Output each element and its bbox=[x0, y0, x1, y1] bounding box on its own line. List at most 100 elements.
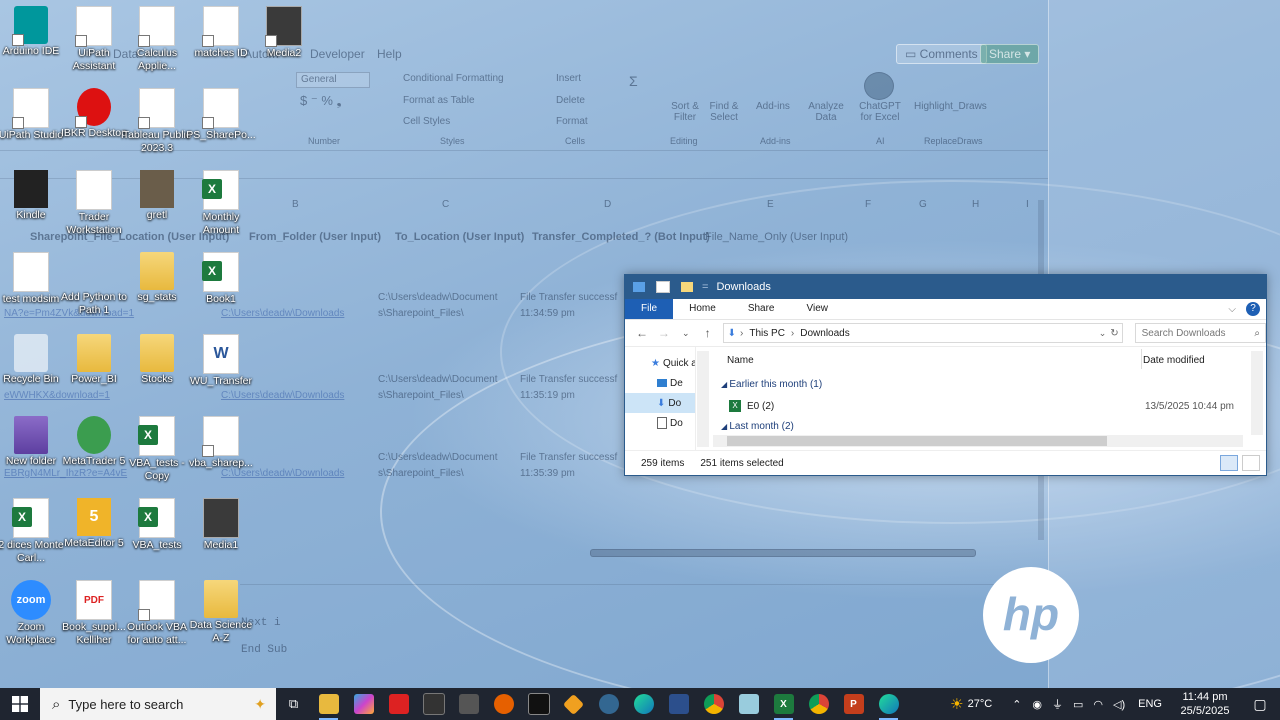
desktop-icon-item[interactable]: PDF Book_suppl... Kelliher bbox=[59, 580, 129, 647]
cell-styles-button[interactable]: Cell Styles bbox=[403, 116, 450, 127]
desktop-icon-item[interactable]: UiPath Assistant bbox=[59, 6, 129, 73]
network-icon[interactable]: ◠ bbox=[1093, 698, 1103, 711]
nav-item-quick-access[interactable]: ★ Quick a bbox=[625, 353, 695, 373]
desktop-icon-item[interactable]: vba_sharep... bbox=[186, 416, 256, 470]
desktop-icon-item[interactable]: Calculus Applie... bbox=[122, 6, 192, 73]
format-cells-button[interactable]: Format bbox=[556, 116, 588, 127]
desktop-icon-item[interactable]: Kindle bbox=[0, 170, 66, 222]
taskbar-edge[interactable] bbox=[626, 688, 661, 720]
address-dropdown-icon[interactable]: ⌄ bbox=[1099, 328, 1107, 339]
nav-item-downloads[interactable]: ⬇ Do bbox=[625, 393, 695, 413]
file-explorer-window[interactable]: = Downloads File Home Share View ⌵ ? ← →… bbox=[624, 274, 1267, 476]
desktop-icon-item[interactable]: Power_BI bbox=[59, 334, 129, 386]
desktop-icon-item[interactable]: Monthly Amount bbox=[186, 170, 256, 237]
comments-button[interactable]: ▭ Comments bbox=[896, 44, 987, 64]
search-downloads-input[interactable]: Search Downloads ⌕ bbox=[1134, 323, 1267, 343]
nav-pane-scrollbar[interactable] bbox=[697, 351, 709, 447]
taskbar-git[interactable] bbox=[556, 688, 591, 720]
desktop-icon-item[interactable]: Tableau Public 2023.3 bbox=[122, 88, 192, 155]
desktop-icon-item[interactable]: gretl bbox=[122, 170, 192, 222]
cell-sharepoint-link[interactable]: eWWHKX&download=1 bbox=[4, 390, 110, 401]
taskbar-firefox[interactable] bbox=[486, 688, 521, 720]
header-transfer-completed[interactable]: Transfer_Completed_? (Bot Input) bbox=[532, 231, 710, 243]
taskbar-clock[interactable]: 11:44 pm 25/5/2025 bbox=[1170, 690, 1240, 718]
taskbar-app-window[interactable] bbox=[521, 688, 556, 720]
number-format-icons[interactable]: $ ⁻ % ❟ bbox=[300, 93, 342, 109]
format-as-table-button[interactable]: Format as Table bbox=[403, 95, 475, 106]
ribbon-tab-file[interactable]: File bbox=[625, 299, 674, 319]
column-header-g[interactable]: G bbox=[919, 199, 927, 210]
desktop-icon-item[interactable]: New folder bbox=[0, 416, 66, 468]
nav-item-documents[interactable]: Do bbox=[625, 413, 695, 433]
cell-from-folder[interactable]: C:\Users\deadw\Downloads bbox=[221, 308, 344, 319]
desktop-icon-item[interactable]: UiPath Studio bbox=[0, 88, 66, 142]
desktop-icon-item[interactable]: Recycle Bin bbox=[0, 334, 66, 386]
horizontal-scrollbar[interactable] bbox=[590, 549, 976, 557]
taskbar-postgres[interactable] bbox=[591, 688, 626, 720]
breadcrumb-this-pc[interactable]: This PC bbox=[749, 328, 785, 339]
highlight-draws-button[interactable]: Highlight_Draws bbox=[914, 101, 987, 112]
taskbar-copilot[interactable] bbox=[346, 688, 381, 720]
taskbar-calculator[interactable] bbox=[451, 688, 486, 720]
column-header-e[interactable]: E bbox=[767, 199, 774, 210]
column-header-h[interactable]: H bbox=[972, 199, 979, 210]
cell-to-location[interactable]: C:\Users\deadw\Document bbox=[378, 292, 498, 303]
taskbar-search-box[interactable]: ⌕ Type here to search ✦ bbox=[40, 688, 276, 720]
group-header-earlier-this-month[interactable]: ◢ Earlier this month (1) bbox=[721, 379, 822, 390]
number-format-select[interactable]: General bbox=[296, 72, 370, 88]
header-file-name-only[interactable]: File_Name_Only (User Input) bbox=[705, 231, 848, 243]
desktop-icon-item[interactable]: Arduino IDE bbox=[0, 6, 66, 58]
scroll-thumb[interactable] bbox=[727, 436, 1107, 446]
taskbar-file-explorer[interactable] bbox=[311, 688, 346, 720]
properties-icon[interactable] bbox=[656, 281, 670, 293]
usb-icon[interactable]: ⏚ bbox=[1052, 696, 1063, 712]
notification-icon[interactable]: ▢ bbox=[1240, 696, 1280, 713]
taskbar-edge-2[interactable] bbox=[871, 688, 906, 720]
ribbon-tab-view[interactable]: View bbox=[791, 299, 845, 319]
cell-transfer-status[interactable]: File Transfer successf bbox=[520, 452, 617, 463]
desktop-icon-item[interactable]: Book1 bbox=[186, 252, 256, 306]
autosum-icon[interactable]: Σ bbox=[629, 73, 638, 89]
desktop-icon-item[interactable]: Outlook VBA for auto att... bbox=[122, 580, 192, 647]
cell-to-location[interactable]: C:\Users\deadw\Document bbox=[378, 452, 498, 463]
delete-cells-button[interactable]: Delete bbox=[556, 95, 585, 106]
up-arrow-icon[interactable]: ↑ bbox=[697, 326, 719, 340]
header-to-location[interactable]: To_Location (User Input) bbox=[395, 231, 524, 243]
file-list-vscrollbar[interactable] bbox=[1251, 351, 1263, 435]
taskbar-security-app[interactable] bbox=[381, 688, 416, 720]
camera-icon[interactable]: ◉ bbox=[1032, 698, 1042, 711]
desktop-icon-item[interactable]: Add Python to Path 1 bbox=[59, 252, 129, 317]
insert-cells-button[interactable]: Insert bbox=[556, 73, 581, 84]
taskbar-notes[interactable] bbox=[731, 688, 766, 720]
cell-from-folder[interactable]: C:\Users\deadw\Downloads bbox=[221, 390, 344, 401]
volume-icon[interactable]: ◁) bbox=[1113, 698, 1125, 711]
tab-help[interactable]: Help bbox=[377, 47, 402, 61]
forward-arrow-icon[interactable]: → bbox=[653, 326, 675, 340]
column-header-d[interactable]: D bbox=[604, 199, 611, 210]
column-header-c[interactable]: C bbox=[442, 199, 449, 210]
taskbar-app-terminal[interactable] bbox=[416, 688, 451, 720]
cell-sharepoint-link[interactable]: EBRgN4MLr_IhzR?e=A4vE bbox=[4, 468, 127, 479]
sort-filter-button[interactable]: Sort & Filter bbox=[668, 101, 702, 123]
column-date-modified[interactable]: Date modified bbox=[1143, 355, 1205, 366]
taskbar-chrome-2[interactable] bbox=[801, 688, 836, 720]
details-view-icon[interactable] bbox=[1220, 455, 1238, 471]
conditional-formatting-button[interactable]: Conditional Formatting bbox=[403, 73, 504, 84]
desktop-icon-item[interactable]: 2 dices Monte Carl... bbox=[0, 498, 66, 565]
ribbon-expand-icon[interactable]: ⌵ bbox=[1228, 304, 1236, 315]
address-box[interactable]: ⬇ › This PC › Downloads ⌄ ↻ bbox=[722, 323, 1123, 343]
taskbar-powerpoint[interactable]: P bbox=[836, 688, 871, 720]
explorer-titlebar[interactable]: = Downloads bbox=[625, 275, 1266, 299]
desktop-icon-item[interactable]: MetaTrader 5 bbox=[59, 416, 129, 468]
cell-transfer-status[interactable]: File Transfer successf bbox=[520, 292, 617, 303]
desktop-icon-item[interactable]: 5 MetaEditor 5 bbox=[59, 498, 129, 550]
language-indicator[interactable]: ENG bbox=[1138, 698, 1162, 710]
back-arrow-icon[interactable]: ← bbox=[631, 326, 653, 340]
column-name[interactable]: Name bbox=[727, 355, 754, 366]
help-icon[interactable]: ? bbox=[1246, 302, 1260, 316]
desktop-icon-item[interactable]: Media1 bbox=[186, 498, 256, 552]
desktop-icon-item[interactable]: PS_SharePo... bbox=[186, 88, 256, 142]
taskbar-chrome[interactable] bbox=[696, 688, 731, 720]
group-header-last-month[interactable]: ◢ Last month (2) bbox=[721, 421, 794, 432]
add-ins-button[interactable]: Add-ins bbox=[756, 101, 790, 112]
